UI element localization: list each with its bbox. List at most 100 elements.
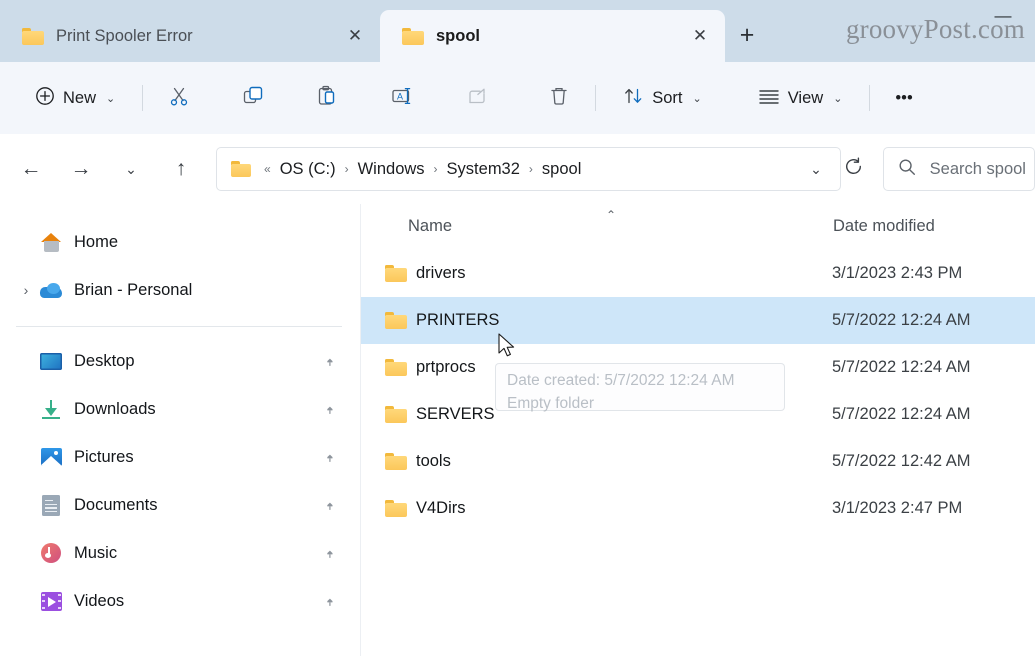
file-date-modified: 5/7/2022 12:24 AM <box>832 311 971 329</box>
breadcrumb-separator: › <box>344 162 349 176</box>
pin-icon[interactable] <box>316 589 340 613</box>
refresh-icon <box>843 156 864 182</box>
downloads-icon <box>38 399 64 419</box>
file-date-modified: 5/7/2022 12:42 AM <box>832 452 971 470</box>
up-button[interactable]: ↑ <box>162 150 200 188</box>
tooltip-folder-status: Empty folder <box>507 395 595 412</box>
tab-spool[interactable]: spool ✕ <box>380 10 725 62</box>
share-icon <box>466 85 488 112</box>
table-row[interactable]: tools 5/7/2022 12:42 AM <box>361 438 1035 485</box>
refresh-button[interactable] <box>843 152 865 186</box>
breadcrumb-item-os[interactable]: OS (C:) <box>275 157 341 182</box>
sidebar-item-pictures[interactable]: Pictures <box>6 433 350 481</box>
cut-button[interactable] <box>157 77 201 119</box>
file-explorer-window: Print Spooler Error ✕ spool ✕ + groovyPo… <box>0 0 1035 656</box>
desktop-icon <box>38 352 64 370</box>
sort-button-label: Sort <box>652 88 683 107</box>
sidebar-item-documents[interactable]: Documents <box>6 481 350 529</box>
share-button[interactable] <box>455 77 499 119</box>
breadcrumb-overflow[interactable]: « <box>260 162 275 176</box>
sidebar-item-label: Desktop <box>74 351 135 370</box>
file-date-modified: 5/7/2022 12:24 AM <box>832 358 971 376</box>
pictures-icon <box>38 448 64 466</box>
back-button[interactable]: ← <box>12 150 50 188</box>
forward-button[interactable]: → <box>62 150 100 188</box>
folder-icon <box>385 406 407 423</box>
title-bar: Print Spooler Error ✕ spool ✕ + groovyPo… <box>0 0 1035 62</box>
sidebar-divider <box>16 326 342 327</box>
table-row[interactable]: PRINTERS 5/7/2022 12:24 AM <box>361 297 1035 344</box>
folder-icon <box>231 161 251 177</box>
sidebar-item-label: Pictures <box>74 447 134 466</box>
command-bar: New ⌄ A Sort ⌄ View ⌄ ••• <box>0 62 1035 134</box>
scissors-icon <box>168 85 190 112</box>
search-box[interactable]: Search spool <box>882 147 1035 191</box>
onedrive-cloud-icon <box>38 282 64 298</box>
close-icon[interactable]: ✕ <box>342 23 368 49</box>
column-header-date-modified[interactable]: Date modified <box>833 217 935 236</box>
view-lines-icon <box>758 87 780 110</box>
search-icon <box>898 158 916 181</box>
sidebar-item-home[interactable]: Home <box>6 218 350 266</box>
chevron-down-icon: ⌄ <box>833 92 843 105</box>
folder-icon <box>385 265 407 282</box>
sidebar-item-label: Music <box>74 543 118 562</box>
sidebar-item-music[interactable]: Music <box>6 529 350 577</box>
file-date-modified: 3/1/2023 2:43 PM <box>832 264 963 282</box>
sort-button[interactable]: Sort ⌄ <box>610 77 714 119</box>
paste-button[interactable] <box>305 77 349 119</box>
pin-icon[interactable] <box>316 349 340 373</box>
chevron-down-icon[interactable]: ⌄ <box>800 153 832 185</box>
plus-circle-icon <box>35 86 55 111</box>
videos-icon <box>38 591 64 611</box>
toolbar-divider <box>142 85 144 111</box>
column-header-row: ⌃ Name Date modified <box>361 204 1035 250</box>
sidebar-item-label: Downloads <box>74 399 156 418</box>
sidebar-item-brian-personal[interactable]: › Brian - Personal <box>6 266 350 314</box>
recent-locations-button[interactable]: ⌄ <box>112 150 150 188</box>
sort-ascending-icon: ⌃ <box>606 208 617 222</box>
sidebar-item-desktop[interactable]: Desktop <box>6 337 350 385</box>
folder-tooltip: Date created: 5/7/2022 12:24 AM Empty fo… <box>495 363 785 412</box>
tab-strip: Print Spooler Error ✕ spool ✕ + <box>0 0 769 62</box>
copy-button[interactable] <box>231 77 275 119</box>
breadcrumb-item-spool[interactable]: spool <box>537 157 586 182</box>
svg-text:A: A <box>397 91 403 101</box>
sidebar-item-label: Videos <box>74 591 125 610</box>
table-row[interactable]: drivers 3/1/2023 2:43 PM <box>361 250 1035 297</box>
sidebar-item-videos[interactable]: Videos <box>6 577 350 625</box>
pin-icon[interactable] <box>316 541 340 565</box>
view-button[interactable]: View ⌄ <box>745 77 856 119</box>
file-name: tools <box>416 452 451 470</box>
tab-label: spool <box>436 26 480 45</box>
new-button[interactable]: New ⌄ <box>22 77 128 119</box>
chevron-down-icon: ⌄ <box>692 92 702 105</box>
breadcrumb-item-windows[interactable]: Windows <box>353 157 430 182</box>
breadcrumb-item-system32[interactable]: System32 <box>442 157 525 182</box>
pin-icon[interactable] <box>316 397 340 421</box>
paste-icon <box>316 85 338 112</box>
rename-button[interactable]: A <box>379 77 425 119</box>
home-icon <box>38 232 64 252</box>
close-icon[interactable]: ✕ <box>687 23 713 49</box>
minimize-button[interactable]: — <box>988 6 1018 24</box>
pin-icon[interactable] <box>316 445 340 469</box>
delete-button[interactable] <box>537 77 581 119</box>
address-bar[interactable]: « OS (C:) › Windows › System32 › spool ⌄ <box>216 147 841 191</box>
view-button-label: View <box>787 88 824 107</box>
pin-icon[interactable] <box>316 493 340 517</box>
sidebar-item-downloads[interactable]: Downloads <box>6 385 350 433</box>
more-options-button[interactable]: ••• <box>884 77 923 119</box>
toolbar-divider <box>595 85 597 111</box>
navigation-bar: ← → ⌄ ↑ « OS (C:) › Windows › System32 ›… <box>0 134 1035 204</box>
file-date-modified: 5/7/2022 12:24 AM <box>832 405 971 423</box>
column-header-name[interactable]: Name <box>408 217 452 236</box>
folder-icon <box>402 27 424 45</box>
new-tab-button[interactable]: + <box>725 13 769 57</box>
sidebar-item-label: Home <box>74 232 119 251</box>
sidebar-item-label: Brian - Personal <box>74 280 193 299</box>
search-input[interactable]: Search spool <box>930 160 1026 179</box>
tab-print-spooler-error[interactable]: Print Spooler Error ✕ <box>0 10 380 62</box>
chevron-right-icon[interactable]: › <box>14 282 38 298</box>
table-row[interactable]: V4Dirs 3/1/2023 2:47 PM <box>361 485 1035 532</box>
